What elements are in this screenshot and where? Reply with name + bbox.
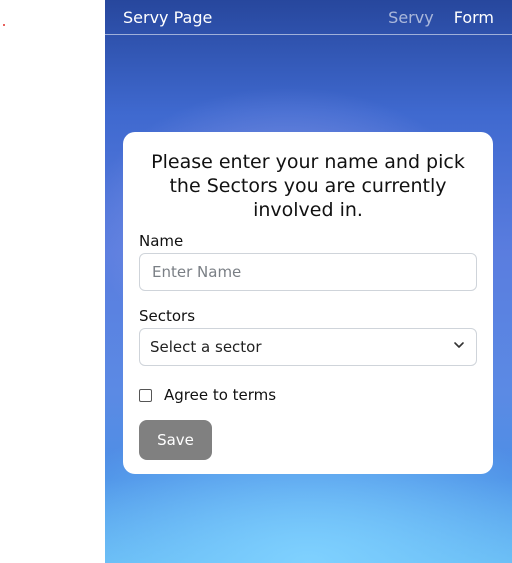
terms-checkbox[interactable] <box>139 388 152 402</box>
sectors-selected-value: Select a sector <box>150 338 262 356</box>
form-heading: Please enter your name and pick the Sect… <box>151 151 465 221</box>
nav-links: Servy Form <box>388 8 494 27</box>
brand-link[interactable]: Servy Page <box>123 8 212 27</box>
sectors-select[interactable]: Select a sector <box>139 328 477 366</box>
name-label: Name <box>139 232 184 250</box>
nav-link-form[interactable]: Form <box>454 8 494 27</box>
navbar: Servy Page Servy Form <box>105 0 512 35</box>
terms-label[interactable]: Agree to terms <box>164 386 276 404</box>
form-card: Please enter your name and pick the Sect… <box>123 132 493 474</box>
name-input[interactable] <box>139 253 477 291</box>
nav-link-servy[interactable]: Servy <box>388 8 434 27</box>
save-button[interactable]: Save <box>139 420 212 460</box>
chevron-down-icon <box>452 338 466 356</box>
page-viewport: Servy Page Servy Form Please enter your … <box>105 0 512 563</box>
terms-row: Agree to terms <box>139 386 477 404</box>
stray-dot <box>3 24 5 26</box>
sectors-label: Sectors <box>139 307 196 325</box>
